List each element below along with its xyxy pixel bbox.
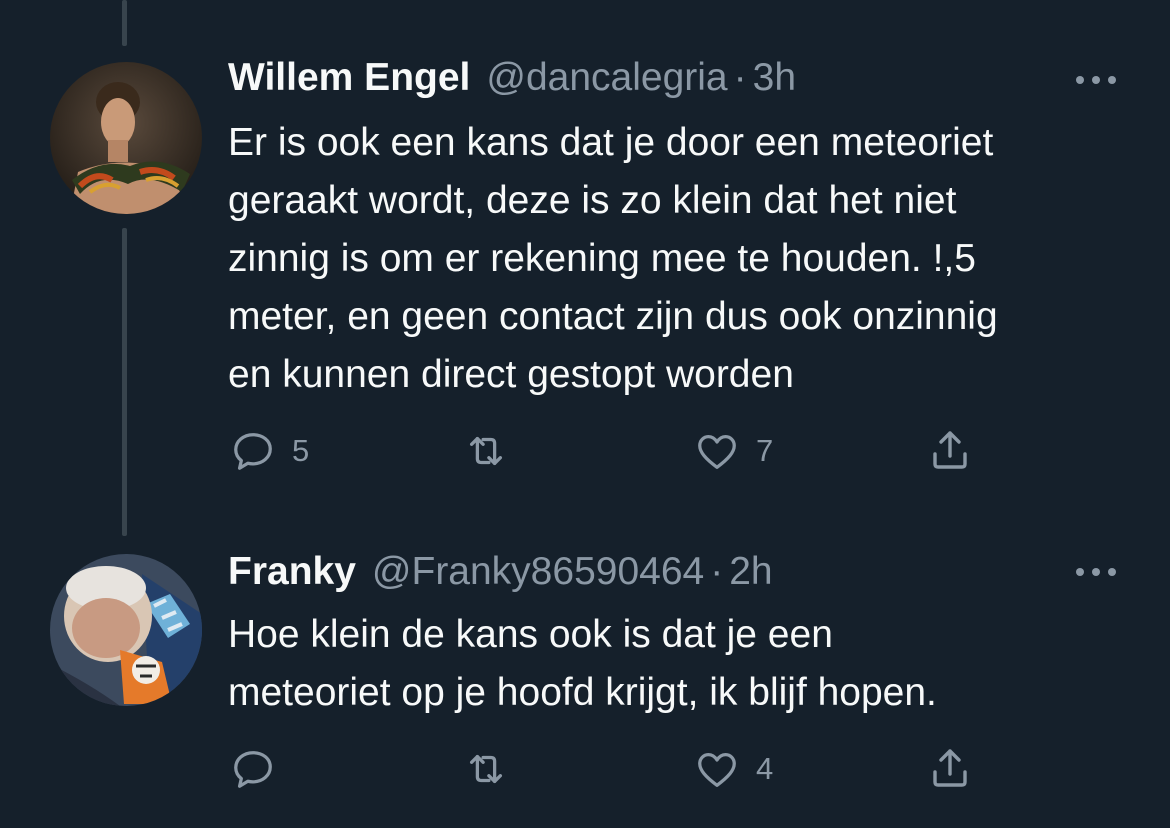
like-count: 4 xyxy=(756,751,774,786)
avatar[interactable] xyxy=(50,554,202,706)
reply-icon xyxy=(234,433,272,470)
more-options-button[interactable] xyxy=(1072,70,1120,90)
like-count: 7 xyxy=(756,433,774,468)
timestamp[interactable]: 2h xyxy=(729,550,772,594)
retweet-button[interactable] xyxy=(462,428,526,474)
author-handle[interactable]: @Franky86590464 xyxy=(372,550,704,594)
author-display-name[interactable]: Willem Engel xyxy=(228,56,470,100)
reply-button[interactable]: 5 xyxy=(230,428,309,474)
heart-icon xyxy=(698,434,736,469)
share-icon xyxy=(933,749,967,787)
separator-dot: · xyxy=(710,550,724,593)
retweet-icon xyxy=(469,754,503,784)
share-button[interactable] xyxy=(926,426,974,474)
separator-dot: · xyxy=(733,56,747,99)
avatar[interactable] xyxy=(50,62,202,214)
heart-icon xyxy=(698,752,736,787)
share-button[interactable] xyxy=(926,744,974,792)
reply-icon xyxy=(234,751,272,788)
tweet-header: Franky @Franky86590464 · 2h xyxy=(228,550,1080,600)
retweet-button[interactable] xyxy=(462,746,526,792)
retweet-icon xyxy=(469,436,503,466)
tweet[interactable]: Franky @Franky86590464 · 2h Hoe klein de… xyxy=(0,540,1170,828)
tweet-text: Er is ook een kans dat je door een meteo… xyxy=(228,121,998,396)
like-button[interactable]: 7 xyxy=(694,428,773,474)
reply-count: 5 xyxy=(292,433,310,468)
tweet[interactable]: Willem Engel @dancalegria · 3h Er is ook… xyxy=(0,0,1170,520)
more-options-icon xyxy=(1076,76,1116,84)
author-handle[interactable]: @dancalegria xyxy=(486,56,727,100)
tweet-header: Willem Engel @dancalegria · 3h xyxy=(228,56,1080,106)
more-options-button[interactable] xyxy=(1072,562,1120,582)
reply-button[interactable] xyxy=(230,746,292,792)
author-display-name[interactable]: Franky xyxy=(228,550,356,594)
share-icon xyxy=(933,431,967,469)
timestamp[interactable]: 3h xyxy=(753,56,796,100)
like-button[interactable]: 4 xyxy=(694,746,773,792)
more-options-icon xyxy=(1076,568,1116,576)
avatar-willem-engel-image xyxy=(50,62,202,214)
avatar-franky-image xyxy=(50,554,202,706)
tweet-text: Hoe klein de kans ook is dat je een mete… xyxy=(228,613,937,714)
